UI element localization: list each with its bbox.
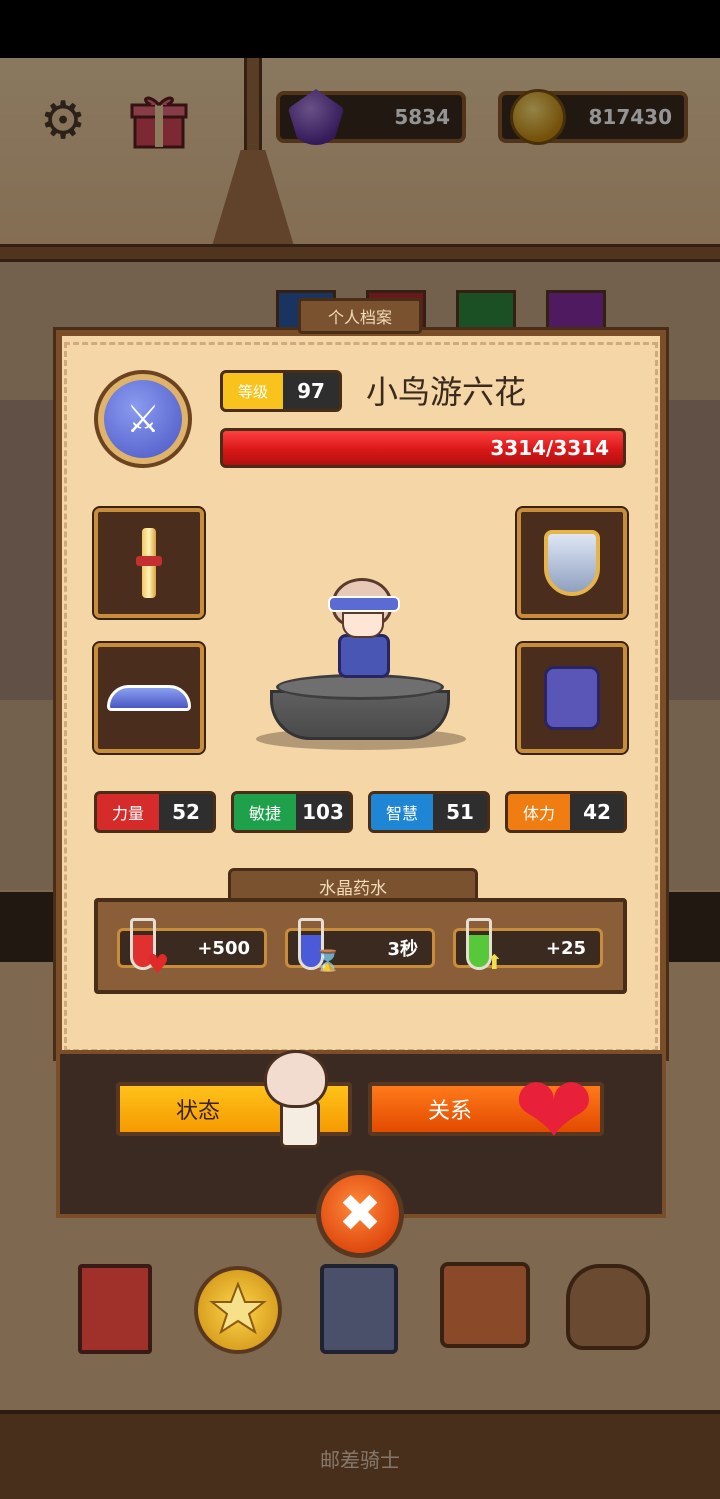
stat-value: 52 xyxy=(172,800,200,824)
potion-value: +25 xyxy=(545,937,586,959)
potion-section-title: 水晶药水 xyxy=(228,868,478,902)
nav-shop-button[interactable] xyxy=(566,1264,650,1350)
nav-medal-button[interactable] xyxy=(194,1266,282,1354)
stat-label: 智慧 xyxy=(371,794,433,830)
stat-value: 103 xyxy=(302,800,344,824)
hero-face xyxy=(342,612,384,638)
shield-icon xyxy=(544,530,600,596)
hero-helmet xyxy=(328,596,400,612)
medal-icon xyxy=(209,1281,267,1335)
status-bar xyxy=(0,0,720,58)
shield-sword-icon: ⚔ xyxy=(104,380,182,458)
chibi-character-icon xyxy=(264,1050,328,1108)
heart-plus-icon: ♥ xyxy=(146,950,170,980)
potion-value: +500 xyxy=(197,937,250,959)
game-title: 邮差骑士 xyxy=(320,1447,400,1472)
stat-vitality: 体力 42 xyxy=(505,791,627,833)
stat-agility: 敏捷 103 xyxy=(231,791,353,833)
nav-book-button[interactable] xyxy=(78,1264,152,1354)
relation-button-label: 关系 xyxy=(428,1099,473,1124)
armor-icon xyxy=(544,666,600,730)
level-label: 等级 xyxy=(223,373,283,409)
close-icon: ✖ xyxy=(338,1184,382,1244)
equip-slot-helmet[interactable] xyxy=(92,641,206,755)
equip-slot-shield[interactable] xyxy=(515,506,629,620)
hp-bar: 3314/3314 xyxy=(220,428,626,468)
close-button[interactable]: ✖ xyxy=(316,1170,404,1258)
equip-slot-weapon[interactable] xyxy=(92,506,206,620)
stat-label: 力量 xyxy=(97,794,159,830)
nav-bag-button[interactable] xyxy=(440,1262,530,1348)
stat-wisdom: 智慧 51 xyxy=(368,791,490,833)
stat-value: 51 xyxy=(446,800,474,824)
class-emblem: ⚔ xyxy=(94,370,192,468)
equip-slot-armor[interactable] xyxy=(515,641,629,755)
status-button-label: 状态 xyxy=(176,1099,221,1124)
level-value: 97 xyxy=(297,379,325,403)
hp-text: 3314/3314 xyxy=(490,436,609,460)
stat-value: 42 xyxy=(583,800,611,824)
stat-label: 体力 xyxy=(508,794,570,830)
hero-body xyxy=(338,634,390,678)
stat-label: 敏捷 xyxy=(234,794,296,830)
arrow-up-icon: ⬆ xyxy=(486,950,503,974)
nav-cards-button[interactable] xyxy=(320,1264,398,1354)
level-badge: 等级 97 xyxy=(220,370,342,412)
heart-ribbon-icon: ❤ xyxy=(513,1055,595,1167)
potion-value: 3秒 xyxy=(387,939,418,960)
hourglass-icon: ⌛ xyxy=(314,950,342,975)
winged-helmet-icon xyxy=(107,685,191,711)
profile-title: 个人档案 xyxy=(298,298,422,334)
hero-name: 小鸟游六花 xyxy=(366,373,527,411)
scroll-weapon-icon xyxy=(136,528,162,598)
stat-strength: 力量 52 xyxy=(94,791,216,833)
